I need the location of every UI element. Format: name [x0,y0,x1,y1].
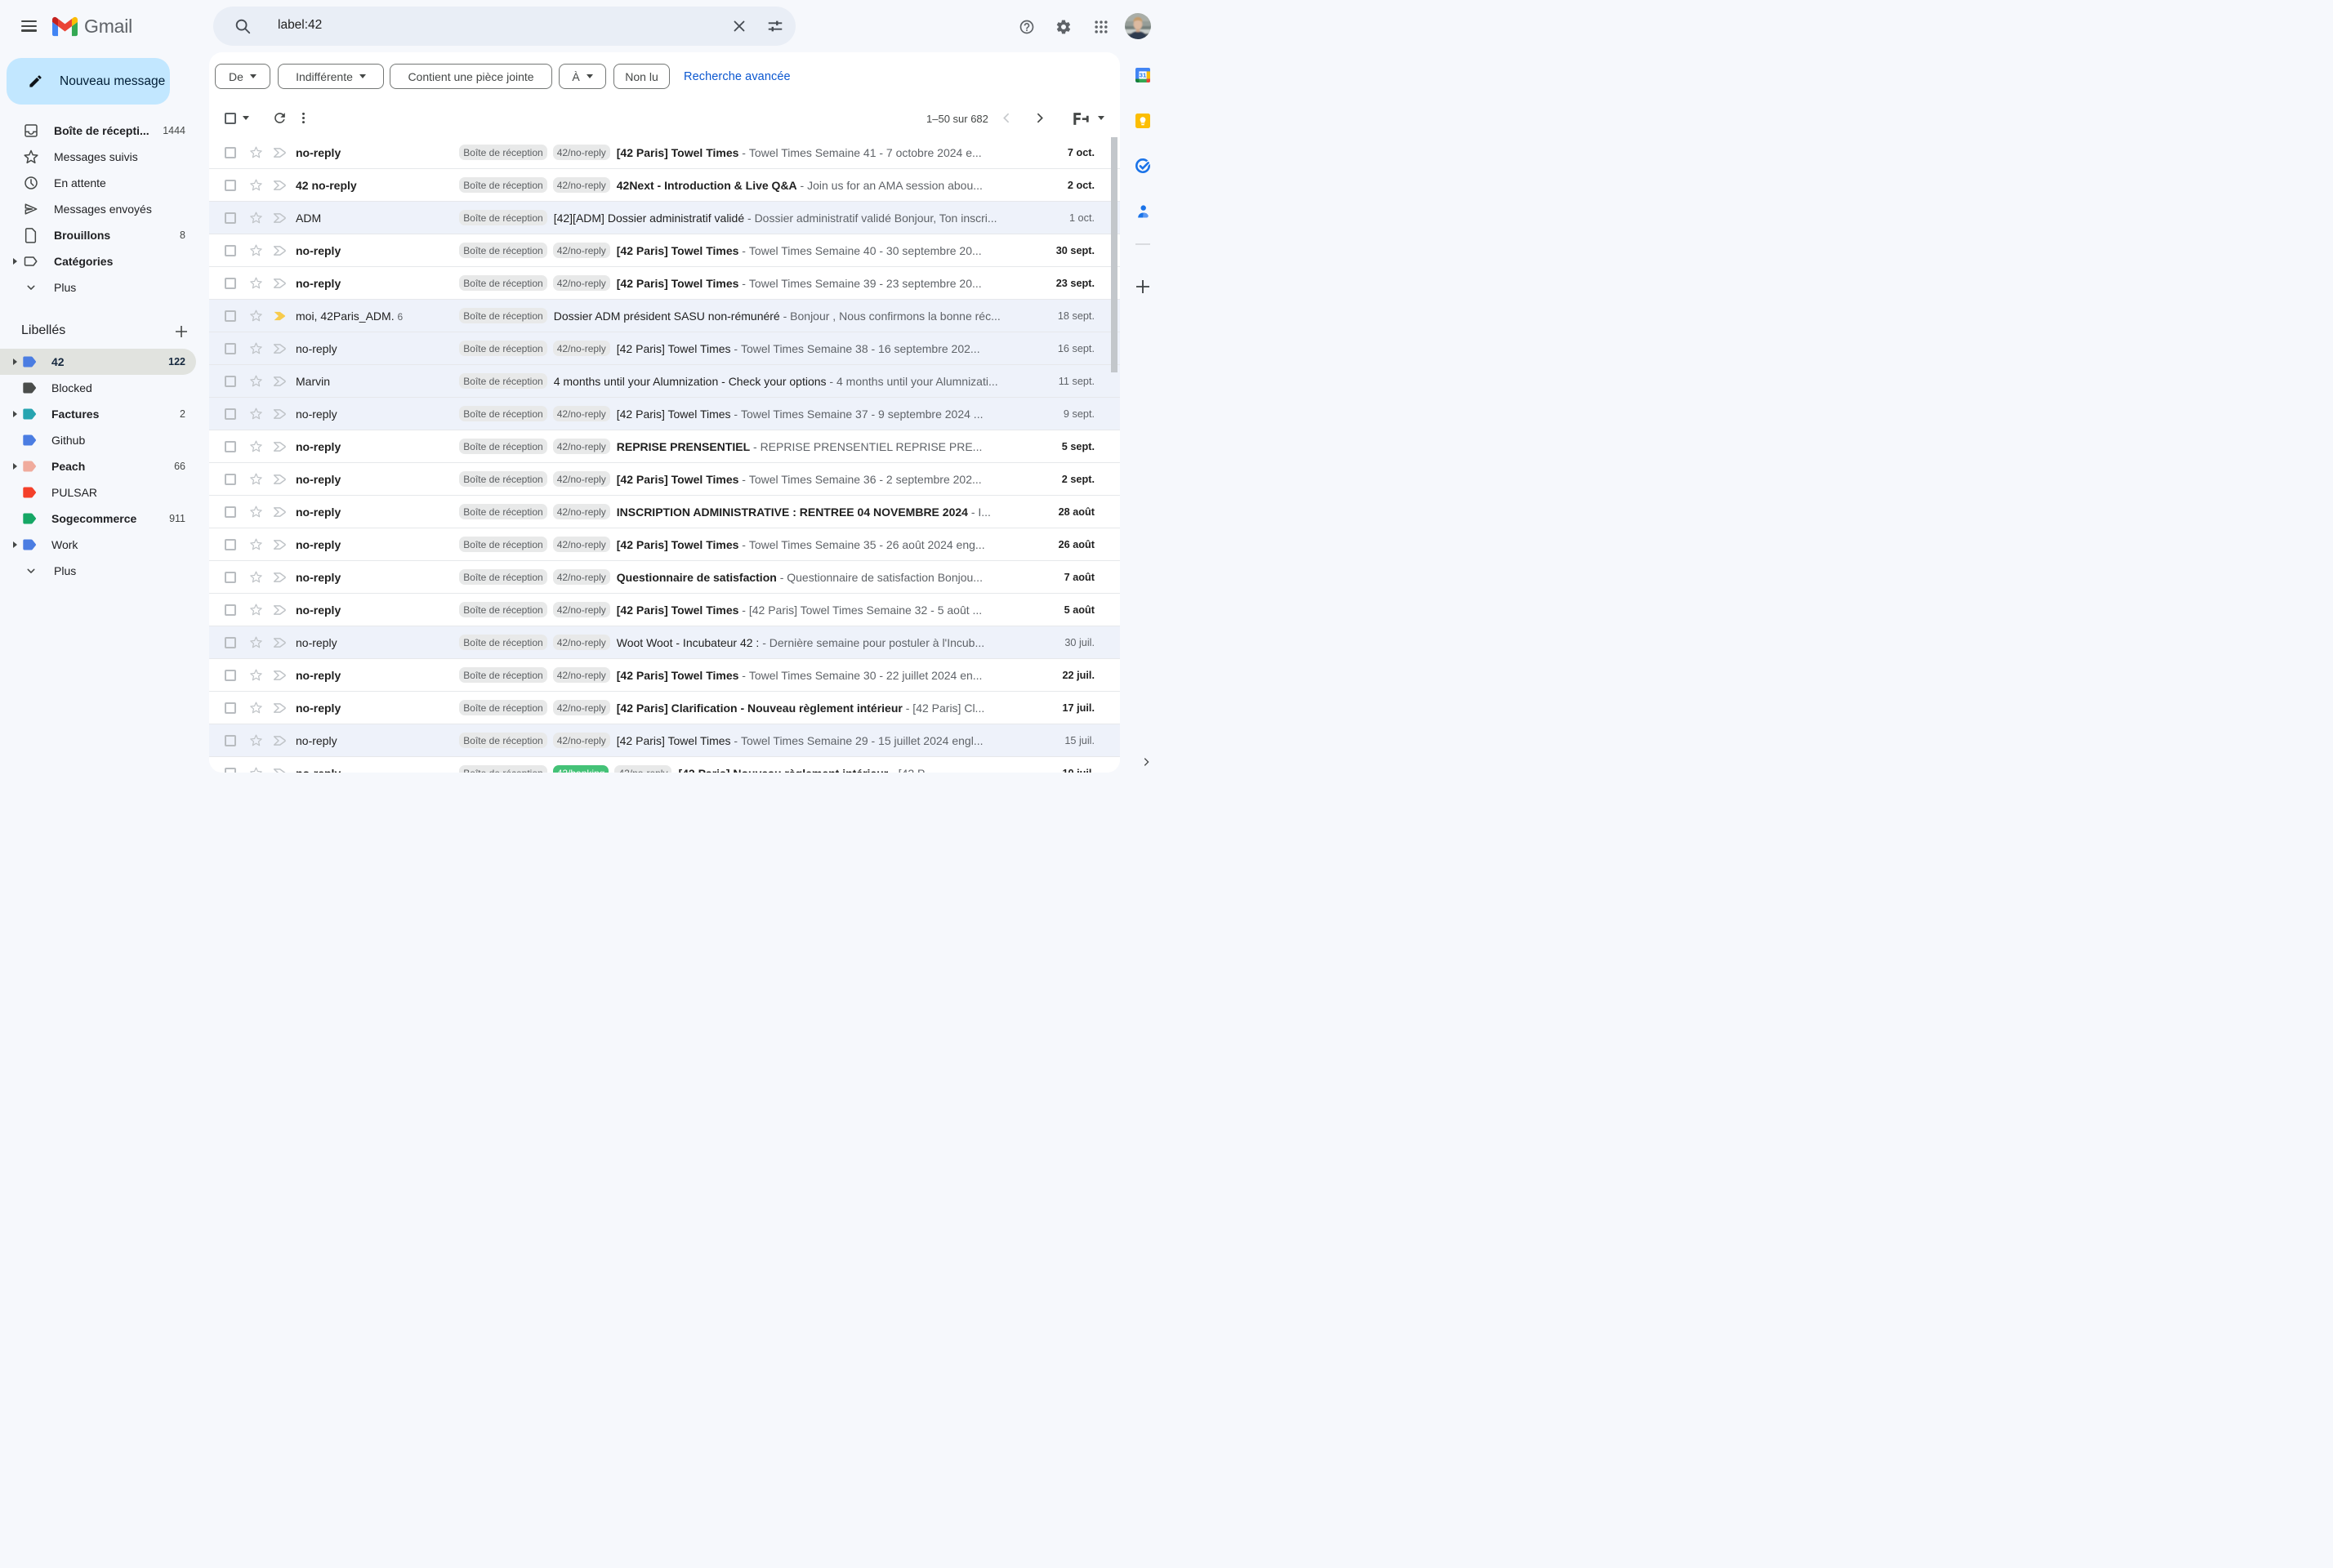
svg-text:31: 31 [1140,71,1147,78]
